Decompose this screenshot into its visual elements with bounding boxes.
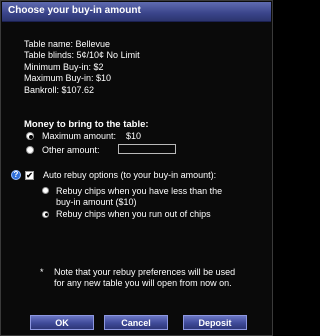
bankroll: Bankroll: $107.62 <box>24 84 95 95</box>
maximum-amount-value: $10 <box>126 131 142 141</box>
rebuy-less-option[interactable]: Rebuy chips when you have less than the … <box>42 186 222 207</box>
other-amount-label: Other amount: <box>42 145 100 155</box>
maximum-amount-label: Maximum amount: <box>42 131 117 141</box>
table-name: Table name: Bellevue <box>24 39 111 49</box>
deposit-button[interactable]: Deposit <box>183 315 247 330</box>
note-asterisk: * <box>40 267 44 277</box>
auto-rebuy-label: Auto rebuy options (to your buy-in amoun… <box>43 170 217 180</box>
other-amount-radio[interactable] <box>26 146 34 154</box>
rebuy-less-label-line2: buy-in amount ($10) <box>56 196 137 207</box>
rebuy-out-option[interactable]: Rebuy chips when you run out of chips <box>42 209 211 219</box>
rebuy-less-radio[interactable] <box>42 187 49 194</box>
ok-button[interactable]: OK <box>30 315 94 330</box>
rebuy-out-radio[interactable] <box>42 210 49 218</box>
note-line1: Note that your rebuy preferences will be… <box>54 267 236 277</box>
money-section-title: Money to bring to the table: <box>24 119 149 130</box>
maximum-buyin: Maximum Buy-in: $10 <box>24 73 112 84</box>
window-title: Choose your buy-in amount <box>8 5 141 16</box>
help-icon[interactable]: ? <box>11 170 21 180</box>
cancel-button[interactable]: Cancel <box>104 315 168 330</box>
table-info: Table name: Bellevue Table blinds: 5¢/10… <box>24 39 140 96</box>
minimum-buyin: Minimum Buy-in: $2 <box>24 61 104 72</box>
maximum-amount-option[interactable]: Maximum amount: $10 <box>26 131 141 141</box>
other-amount-option[interactable]: Other amount: <box>26 145 100 155</box>
note-line2: for any new table you will open from now… <box>54 277 232 288</box>
title-bar[interactable]: Choose your buy-in amount <box>2 2 271 22</box>
buyin-dialog: Choose your buy-in amount Table name: Be… <box>0 0 273 336</box>
other-amount-input[interactable] <box>118 144 176 154</box>
rebuy-less-label-line1: Rebuy chips when you have less than the <box>56 186 223 196</box>
rebuy-out-label: Rebuy chips when you run out of chips <box>56 209 211 219</box>
maximum-amount-radio[interactable] <box>26 132 34 140</box>
auto-rebuy-checkbox[interactable]: ✔ <box>25 171 34 180</box>
table-blinds: Table blinds: 5¢/10¢ No Limit <box>24 50 140 61</box>
